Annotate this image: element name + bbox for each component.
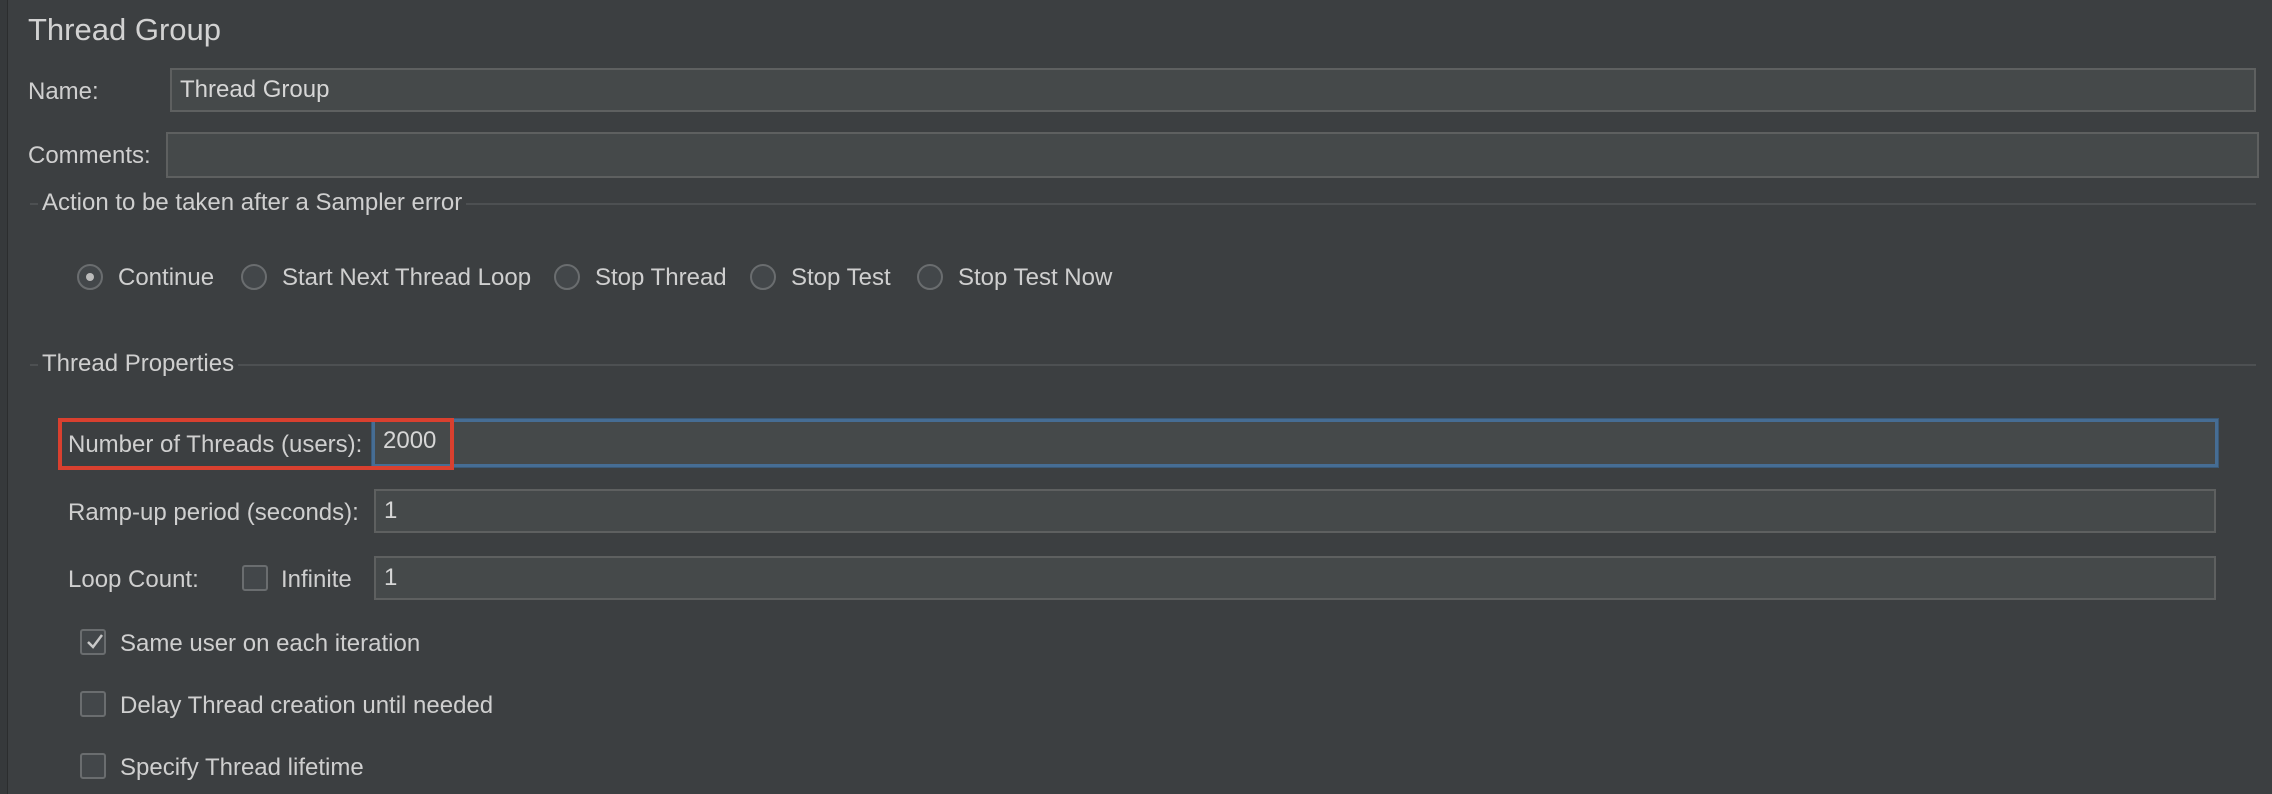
- comments-label: Comments:: [28, 142, 151, 169]
- delay-creation-label[interactable]: Delay Thread creation until needed: [120, 692, 493, 720]
- name-input[interactable]: Thread Group: [170, 68, 2256, 112]
- radio-continue-label[interactable]: Continue: [118, 264, 214, 292]
- same-user-checkbox[interactable]: [80, 629, 106, 655]
- radio-start-next-thread-loop[interactable]: [241, 264, 267, 290]
- loop-count-input[interactable]: 1: [374, 556, 2216, 600]
- num-threads-label: Number of Threads (users):: [68, 431, 363, 458]
- radio-stop-test-now[interactable]: [917, 264, 943, 290]
- infinite-label[interactable]: Infinite: [281, 566, 352, 594]
- radio-stop-test-label[interactable]: Stop Test: [791, 264, 891, 292]
- specify-lifetime-label[interactable]: Specify Thread lifetime: [120, 754, 364, 782]
- num-threads-input[interactable]: 2000: [372, 419, 2218, 467]
- radio-continue[interactable]: [77, 264, 103, 290]
- loop-count-label: Loop Count:: [68, 566, 199, 593]
- radio-stop-test[interactable]: [750, 264, 776, 290]
- thread-properties-section-title: Thread Properties: [38, 350, 239, 378]
- name-label: Name:: [28, 78, 99, 105]
- ramp-up-input[interactable]: 1: [374, 489, 2216, 533]
- radio-stop-thread-label[interactable]: Stop Thread: [595, 264, 727, 292]
- comments-input[interactable]: [166, 132, 2259, 178]
- checkmark-icon: [87, 634, 103, 649]
- specify-lifetime-checkbox[interactable]: [80, 753, 106, 779]
- radio-stop-test-now-label[interactable]: Stop Test Now: [958, 264, 1112, 292]
- infinite-checkbox[interactable]: [242, 565, 268, 591]
- page-title: Thread Group: [28, 12, 221, 47]
- radio-stop-thread[interactable]: [554, 264, 580, 290]
- radio-start-next-thread-loop-label[interactable]: Start Next Thread Loop: [282, 264, 531, 292]
- same-user-label[interactable]: Same user on each iteration: [120, 630, 420, 658]
- section-divider: [30, 364, 2256, 366]
- delay-creation-checkbox[interactable]: [80, 691, 106, 717]
- ramp-up-label: Ramp-up period (seconds):: [68, 499, 359, 526]
- sampler-error-section-title: Action to be taken after a Sampler error: [38, 189, 467, 217]
- left-panel-edge: [0, 0, 8, 794]
